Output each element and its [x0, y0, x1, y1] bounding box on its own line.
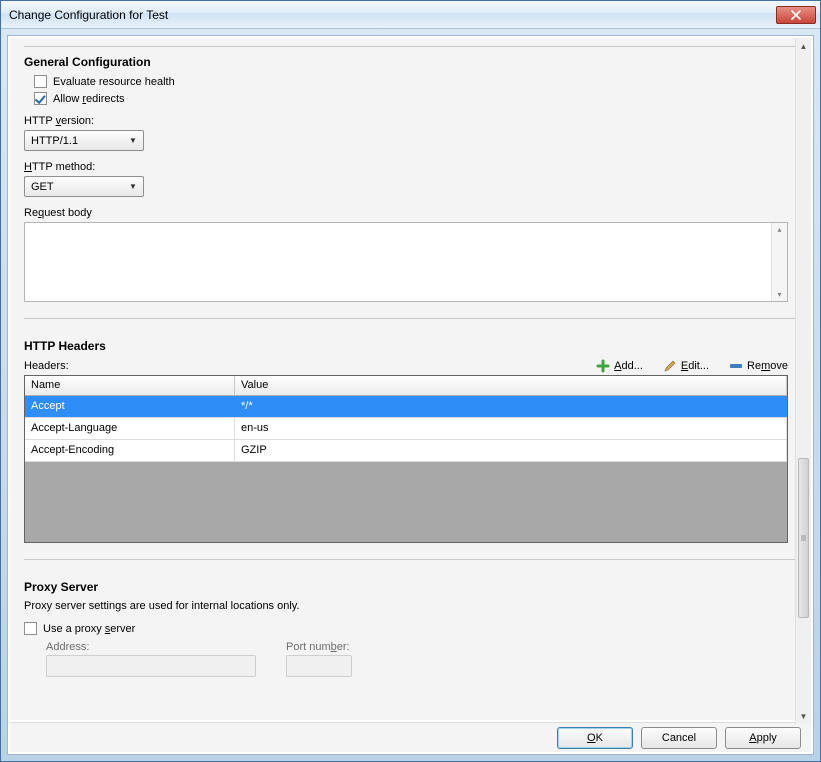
client-outer: General Configuration Evaluate resource …	[1, 29, 820, 761]
address-label: Address:	[46, 641, 256, 653]
chevron-down-icon: ▼	[126, 136, 140, 145]
evaluate-health-row[interactable]: Evaluate resource health	[34, 75, 797, 88]
allow-redirects-row[interactable]: Allow redirects	[34, 92, 797, 105]
pencil-icon	[663, 359, 677, 373]
apply-button[interactable]: Apply	[725, 727, 801, 749]
remove-button[interactable]: Remove	[729, 359, 788, 373]
divider	[24, 46, 797, 47]
table-row[interactable]: Accept */*	[25, 396, 787, 418]
use-proxy-label: Use a proxy server	[43, 623, 135, 635]
http-version-combo[interactable]: HTTP/1.1 ▼	[24, 130, 144, 151]
cancel-button[interactable]: Cancel	[641, 727, 717, 749]
divider	[24, 318, 797, 319]
cell-name: Accept	[25, 396, 235, 417]
titlebar: Change Configuration for Test	[1, 1, 820, 29]
headers-label: Headers:	[24, 360, 69, 372]
headers-toolbar: Headers: Add... Edit...	[24, 359, 788, 373]
port-field-group: Port number:	[286, 641, 352, 677]
dialog-footer: OK Cancel Apply	[10, 722, 811, 752]
window-title: Change Configuration for Test	[9, 8, 168, 22]
scroll-area: General Configuration Evaluate resource …	[10, 38, 811, 720]
client-area: General Configuration Evaluate resource …	[7, 35, 814, 755]
plus-icon	[596, 359, 610, 373]
close-icon	[791, 10, 801, 20]
column-name[interactable]: Name	[25, 376, 235, 395]
request-body-input[interactable]: ▴ ▾	[24, 222, 788, 302]
dialog-window: Change Configuration for Test General Co…	[0, 0, 821, 762]
content-scrollbar[interactable]: ▲ ▼	[795, 38, 811, 724]
http-version-label: HTTP version:	[24, 115, 797, 127]
table-row[interactable]: Accept-Language en-us	[25, 418, 787, 440]
cell-value: GZIP	[235, 440, 787, 461]
http-version-value: HTTP/1.1	[31, 135, 78, 147]
ok-button[interactable]: OK	[557, 727, 633, 749]
proxy-fields: Address: Port number:	[46, 641, 797, 677]
port-label: Port number:	[286, 641, 352, 653]
column-value[interactable]: Value	[235, 376, 787, 395]
divider	[24, 559, 797, 560]
http-method-combo[interactable]: GET ▼	[24, 176, 144, 197]
cell-value: en-us	[235, 418, 787, 439]
arrow-up-icon: ▴	[777, 225, 781, 234]
http-method-value: GET	[31, 181, 54, 193]
headers-table[interactable]: Name Value Accept */* Accept-Language en…	[24, 375, 788, 543]
proxy-description: Proxy server settings are used for inter…	[24, 600, 797, 612]
port-input[interactable]	[286, 655, 352, 677]
headers-heading: HTTP Headers	[24, 339, 797, 353]
allow-redirects-label: Allow redirects	[53, 93, 125, 105]
table-header: Name Value	[25, 376, 787, 396]
chevron-down-icon: ▼	[126, 182, 140, 191]
minus-icon	[729, 359, 743, 373]
http-method-label: HTTP method:	[24, 161, 797, 173]
checkbox-unchecked-icon	[34, 75, 47, 88]
cell-name: Accept-Encoding	[25, 440, 235, 461]
table-empty-area	[25, 462, 787, 542]
cell-name: Accept-Language	[25, 418, 235, 439]
proxy-heading: Proxy Server	[24, 580, 797, 594]
evaluate-health-label: Evaluate resource health	[53, 76, 175, 88]
arrow-down-icon: ▼	[796, 708, 811, 724]
cell-value: */*	[235, 396, 787, 417]
close-button[interactable]	[776, 6, 816, 24]
textarea-scrollbar[interactable]: ▴ ▾	[771, 223, 787, 301]
add-button[interactable]: Add...	[596, 359, 643, 373]
checkbox-unchecked-icon	[24, 622, 37, 635]
address-field-group: Address:	[46, 641, 256, 677]
checkbox-checked-icon	[34, 92, 47, 105]
arrow-up-icon: ▲	[796, 38, 811, 54]
arrow-down-icon: ▾	[777, 290, 781, 299]
request-body-label: Request body	[24, 207, 797, 219]
edit-button[interactable]: Edit...	[663, 359, 709, 373]
use-proxy-row[interactable]: Use a proxy server	[24, 622, 797, 635]
address-input[interactable]	[46, 655, 256, 677]
scrollbar-thumb[interactable]	[798, 458, 809, 618]
general-heading: General Configuration	[24, 55, 797, 69]
table-row[interactable]: Accept-Encoding GZIP	[25, 440, 787, 462]
